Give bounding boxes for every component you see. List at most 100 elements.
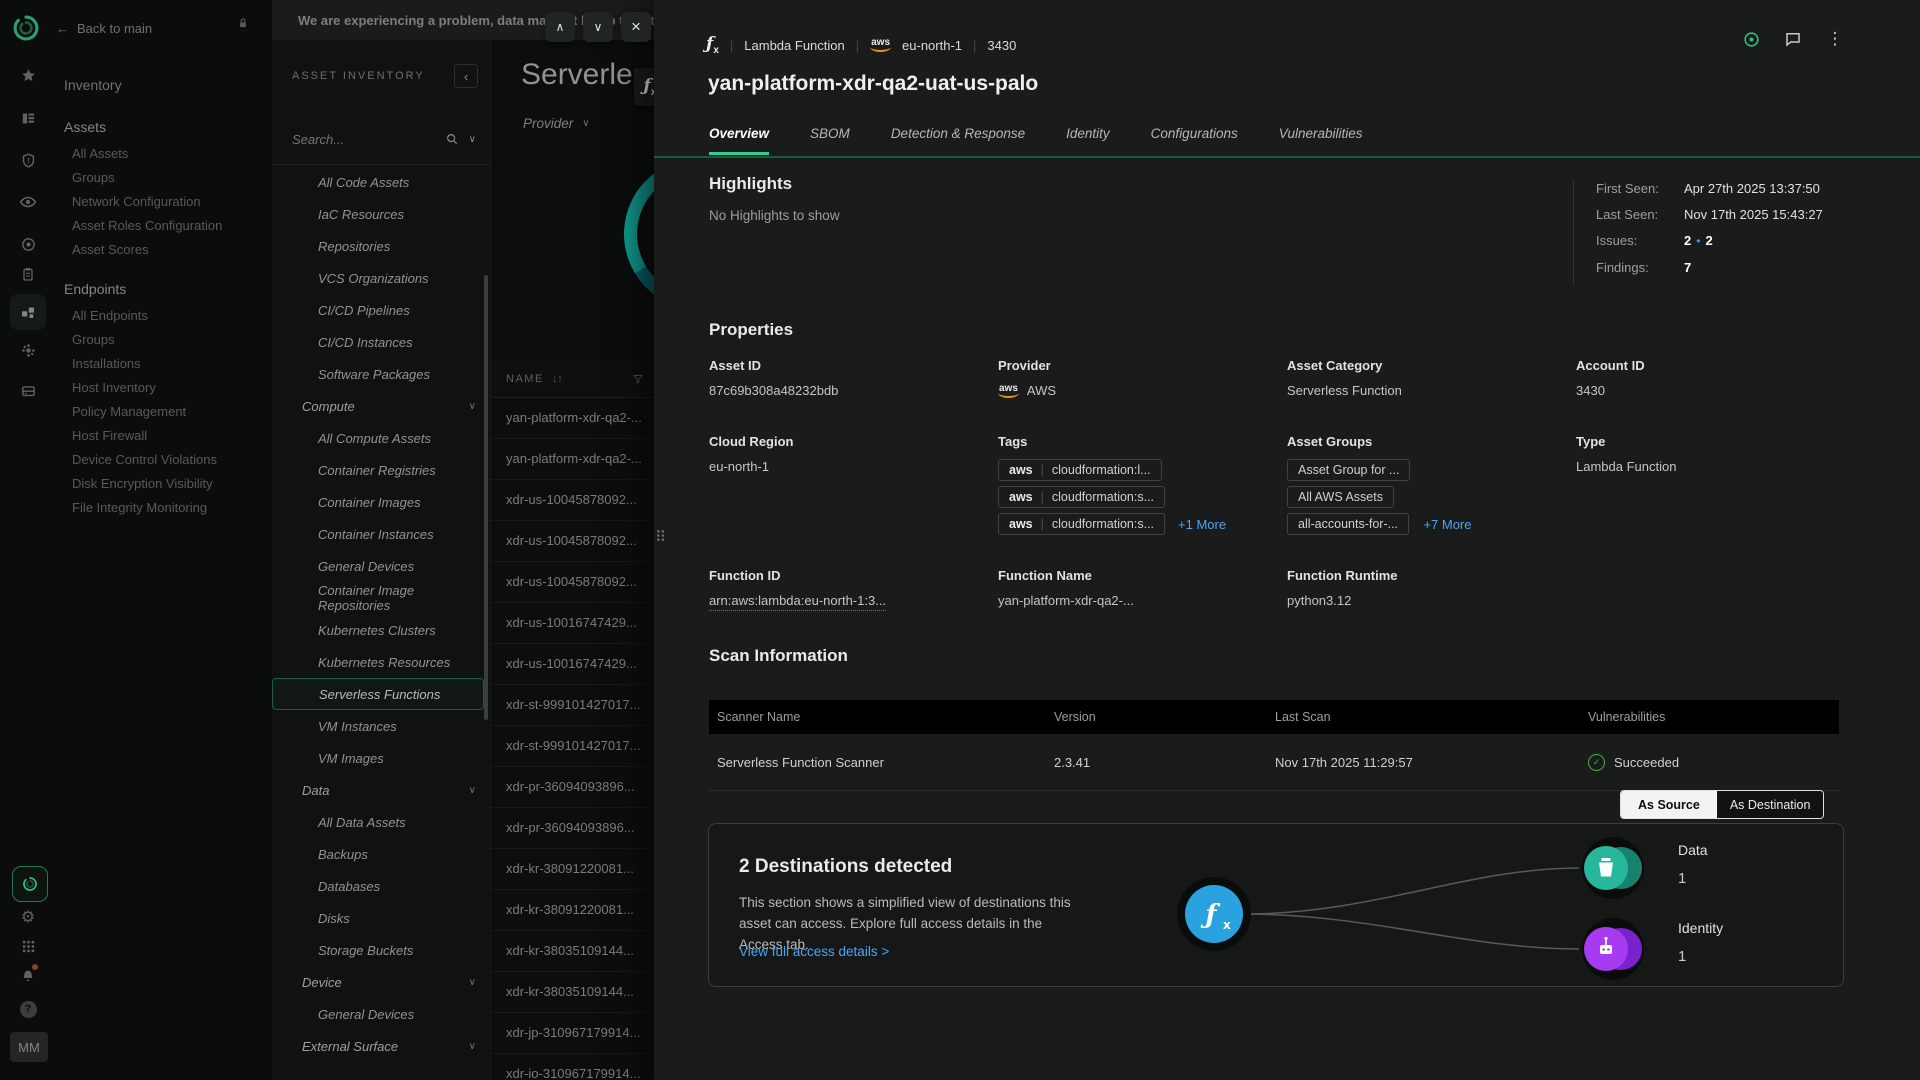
- asset-tree-item[interactable]: Container Instances ∨: [272, 518, 486, 550]
- back-to-main-button[interactable]: ← Back to main: [56, 21, 152, 36]
- scope-icon[interactable]: [1740, 28, 1762, 50]
- sidebar-nav-item[interactable]: File Integrity Monitoring: [0, 496, 272, 520]
- findings-value[interactable]: 7: [1684, 259, 1691, 276]
- panel-tabs: Overview SBOM Detection & Response Ident…: [709, 126, 1363, 155]
- sidebar-nav-item[interactable]: Disk Encryption Visibility: [0, 472, 272, 496]
- asset-tree-item[interactable]: Container Image Repositories ∨: [272, 582, 486, 614]
- asset-tree-item[interactable]: CI/CD Pipelines ∨: [272, 294, 486, 326]
- panel-tab[interactable]: Overview: [709, 126, 769, 155]
- account-id-label: 3430: [987, 38, 1016, 53]
- sidebar-nav-item[interactable]: Asset Scores: [0, 238, 272, 262]
- provider-filter[interactable]: Provider ∨: [523, 116, 590, 131]
- tree-scrollbar[interactable]: [484, 275, 488, 720]
- asset-group-chip[interactable]: Asset Group for ...: [1287, 459, 1410, 481]
- sidebar-nav-item[interactable]: Host Firewall: [0, 424, 272, 448]
- sidebar-nav-item[interactable]: Network Configuration: [0, 190, 272, 214]
- asset-tree-item[interactable]: External Surface ∨: [272, 1030, 486, 1062]
- close-panel-button[interactable]: ×: [621, 12, 651, 42]
- sidebar-nav-item[interactable]: Endpoints: [0, 276, 272, 302]
- asset-tree-item[interactable]: Data ∨: [272, 774, 486, 806]
- copilot-button[interactable]: [12, 866, 48, 902]
- asset-tree-item[interactable]: Databases ∨: [272, 870, 486, 902]
- as-source-button[interactable]: As Source: [1621, 791, 1717, 818]
- asset-tree-item[interactable]: Container Images ∨: [272, 486, 486, 518]
- asset-tree-item[interactable]: IaC Resources ∨: [272, 198, 486, 230]
- prop-function-runtime: Function Runtime python3.12: [1287, 568, 1398, 608]
- sidebar-nav-item[interactable]: Host Inventory: [0, 376, 272, 400]
- sidebar-nav-item[interactable]: All Assets: [0, 142, 272, 166]
- sidebar-nav-item[interactable]: Policy Management: [0, 400, 272, 424]
- asset-group-chip[interactable]: All AWS Assets: [1287, 486, 1394, 508]
- asset-tree-item[interactable]: Storage Buckets ∨: [272, 934, 486, 966]
- asset-tree-item[interactable]: VM Images ∨: [272, 742, 486, 774]
- scanner-version: 2.3.41: [1046, 755, 1267, 770]
- back-arrow-icon: ←: [56, 21, 69, 36]
- asset-tree-item[interactable]: VM Instances ∨: [272, 710, 486, 742]
- panel-tab[interactable]: Detection & Response: [891, 126, 1025, 155]
- asset-tree-item[interactable]: All Compute Assets ∨: [272, 422, 486, 454]
- asset-groups-more-link[interactable]: +7 More: [1423, 517, 1471, 532]
- resize-drag-handle[interactable]: ⠿: [655, 528, 666, 546]
- sidebar-nav-item[interactable]: All Endpoints: [0, 304, 272, 328]
- panel-tab[interactable]: Vulnerabilities: [1279, 126, 1363, 155]
- sidebar-nav-item[interactable]: Asset Roles Configuration: [0, 214, 272, 238]
- help-icon[interactable]: ?: [16, 997, 40, 1021]
- tag-chip[interactable]: aws|cloudformation:s...: [998, 486, 1165, 508]
- collapse-panel-button[interactable]: ‹: [454, 64, 478, 88]
- scan-table: Scanner Name Version Last Scan Vulnerabi…: [709, 700, 1839, 791]
- tags-more-link[interactable]: +1 More: [1178, 517, 1226, 532]
- search-options-chevron-icon[interactable]: ∨: [469, 134, 476, 145]
- filter-funnel-icon[interactable]: [632, 373, 644, 385]
- prop-type: Type Lambda Function: [1576, 434, 1676, 474]
- scan-information-title: Scan Information: [709, 646, 848, 666]
- asset-tree-item[interactable]: Device ∨: [272, 966, 486, 998]
- back-to-main-label: Back to main: [77, 21, 152, 36]
- asset-inventory-title: ASSET INVENTORY: [292, 70, 425, 82]
- as-destination-button[interactable]: As Destination: [1717, 791, 1824, 818]
- next-asset-button[interactable]: ∨: [583, 12, 613, 42]
- tree-search-input[interactable]: [290, 131, 435, 148]
- notifications-bell-icon[interactable]: [16, 964, 40, 988]
- search-icon[interactable]: [445, 132, 459, 146]
- previous-asset-button[interactable]: ∧: [545, 12, 575, 42]
- asset-tree-item[interactable]: Serverless Functions ∨: [272, 678, 484, 710]
- sort-icon[interactable]: ↓↑: [552, 373, 563, 385]
- comment-icon[interactable]: [1782, 28, 1804, 50]
- sidebar-nav-item[interactable]: Assets: [0, 114, 272, 140]
- tag-chip[interactable]: aws|cloudformation:s...: [998, 513, 1165, 535]
- asset-tree-item[interactable]: Software Packages ∨: [272, 358, 486, 390]
- scan-table-row[interactable]: Serverless Function Scanner 2.3.41 Nov 1…: [709, 734, 1839, 791]
- sidebar-nav-item[interactable]: Inventory: [0, 72, 272, 98]
- asset-groups-list: Asset Group for ... All AWS Assets all-a…: [1287, 459, 1410, 540]
- settings-gear-icon[interactable]: ⚙: [16, 905, 40, 929]
- panel-tab[interactable]: SBOM: [810, 126, 850, 155]
- sidebar-nav-item[interactable]: Groups: [0, 328, 272, 352]
- sidebar-nav-item[interactable]: Groups: [0, 166, 272, 190]
- asset-tree-item[interactable]: Kubernetes Resources ∨: [272, 646, 486, 678]
- kebab-menu-icon[interactable]: ⋮: [1824, 28, 1846, 50]
- asset-tree-item[interactable]: Backups ∨: [272, 838, 486, 870]
- asset-tree-item[interactable]: All Data Assets ∨: [272, 806, 486, 838]
- sidebar-nav-item[interactable]: Device Control Violations: [0, 448, 272, 472]
- asset-tree-item[interactable]: Container Registries ∨: [272, 454, 486, 486]
- prop-account-id: Account ID 3430: [1576, 358, 1645, 398]
- view-access-details-link[interactable]: View full access details >: [739, 944, 889, 959]
- issues-value[interactable]: 2•2: [1684, 232, 1713, 250]
- asset-tree-item[interactable]: Repositories ∨: [272, 230, 486, 262]
- user-avatar[interactable]: MM: [10, 1032, 48, 1062]
- asset-tree-item[interactable]: CI/CD Instances ∨: [272, 326, 486, 358]
- asset-tree-item[interactable]: Compute ∨: [272, 390, 486, 422]
- asset-tree-item[interactable]: General Devices ∨: [272, 998, 486, 1030]
- asset-tree-item[interactable]: All Code Assets ∨: [272, 166, 486, 198]
- asset-group-chip[interactable]: all-accounts-for-...: [1287, 513, 1409, 535]
- asset-tree-item[interactable]: Kubernetes Clusters ∨: [272, 614, 486, 646]
- tag-chip[interactable]: aws|cloudformation:l...: [998, 459, 1162, 481]
- asset-tree-item[interactable]: General Devices ∨: [272, 550, 486, 582]
- panel-tab[interactable]: Identity: [1066, 126, 1110, 155]
- identity-node-label: Identity: [1678, 920, 1723, 936]
- panel-tab[interactable]: Configurations: [1151, 126, 1238, 155]
- apps-grid-icon[interactable]: [16, 934, 40, 958]
- asset-tree-item[interactable]: VCS Organizations ∨: [272, 262, 486, 294]
- asset-tree-item[interactable]: Disks ∨: [272, 902, 486, 934]
- sidebar-nav-item[interactable]: Installations: [0, 352, 272, 376]
